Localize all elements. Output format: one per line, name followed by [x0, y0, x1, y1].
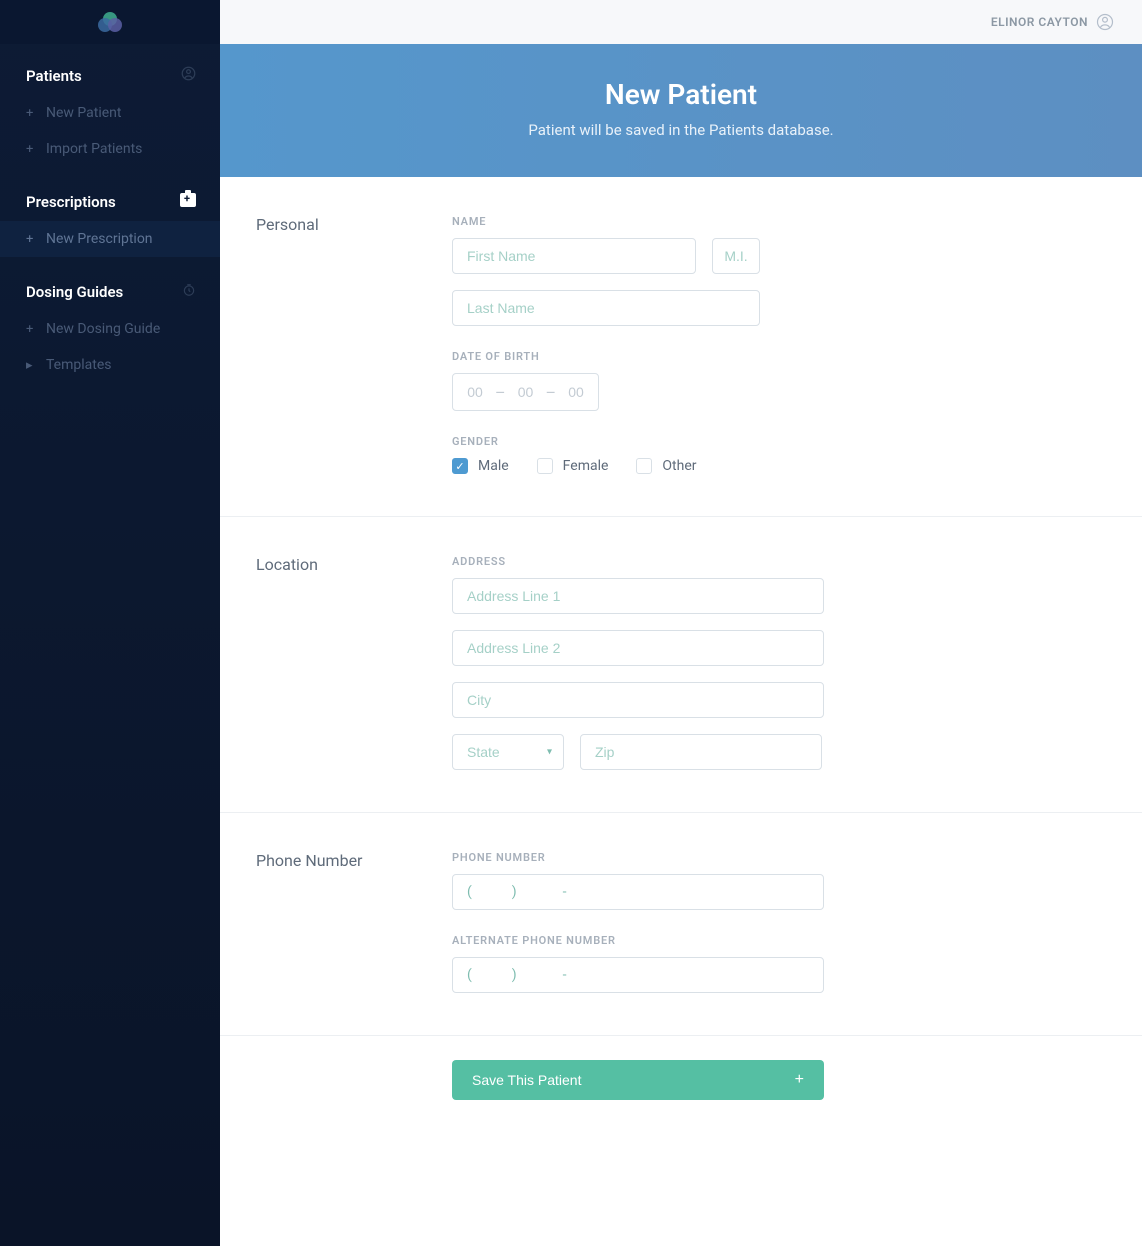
phone-input-group: ( ) - — [452, 874, 824, 910]
middle-initial-input[interactable] — [712, 238, 760, 274]
topbar: ELINOR CAYTON — [220, 0, 1142, 44]
state-select[interactable] — [452, 734, 564, 770]
plus-icon: + — [26, 142, 40, 157]
sidebar-item-label: New Prescription — [46, 231, 153, 247]
sidebar-item-label: New Dosing Guide — [46, 321, 160, 337]
submit-row: Save This Patient + — [220, 1035, 1142, 1160]
gender-checkbox-male[interactable]: ✓ Male — [452, 458, 509, 474]
sidebar-item-label: New Patient — [46, 105, 122, 121]
dash-icon: – — [546, 383, 557, 402]
nav-heading-label: Dosing Guides — [26, 283, 123, 301]
form-content: Personal NAME DATE OF BIRTH — [220, 177, 1142, 1246]
sidebar-item-new-dosing-guide[interactable]: + New Dosing Guide — [0, 311, 220, 347]
user-circle-icon — [181, 66, 196, 85]
section-title: Personal — [256, 215, 452, 474]
address-line-1-input[interactable] — [452, 578, 824, 614]
dash-icon: - — [563, 967, 567, 983]
dob-year-input[interactable] — [564, 384, 588, 400]
sidebar: Patients + New Patient + Import Patients… — [0, 0, 220, 1246]
last-name-input[interactable] — [452, 290, 760, 326]
address-line-2-input[interactable] — [452, 630, 824, 666]
zip-input[interactable] — [580, 734, 822, 770]
field-label-name: NAME — [452, 215, 1106, 228]
alt-phone-prefix-input[interactable] — [517, 967, 557, 983]
field-label-phone: PHONE NUMBER — [452, 851, 1106, 864]
sidebar-item-templates[interactable]: ▸ Templates — [0, 347, 220, 383]
nav-section-patients: Patients + New Patient + Import Patients — [0, 44, 220, 171]
section-title: Phone Number — [256, 851, 452, 993]
dob-input-group: – – — [452, 373, 599, 411]
app-logo-icon — [98, 12, 122, 32]
phone-area-input[interactable] — [472, 884, 512, 900]
dob-day-input[interactable] — [514, 384, 538, 400]
sidebar-item-import-patients[interactable]: + Import Patients — [0, 131, 220, 167]
section-personal: Personal NAME DATE OF BIRTH — [220, 177, 1142, 516]
alt-phone-input-group: ( ) - — [452, 957, 824, 993]
main: ELINOR CAYTON New Patient Patient will b… — [220, 0, 1142, 1246]
section-title: Location — [256, 555, 452, 770]
section-location: Location ADDRESS — [220, 516, 1142, 812]
gender-checkbox-female[interactable]: Female — [537, 458, 609, 474]
sidebar-item-new-patient[interactable]: + New Patient — [0, 95, 220, 131]
phone-prefix-input[interactable] — [517, 884, 557, 900]
page-subtitle: Patient will be saved in the Patients da… — [240, 121, 1122, 139]
alt-phone-line-input[interactable] — [573, 967, 613, 983]
section-phone: Phone Number PHONE NUMBER ( ) - ALTERNAT… — [220, 812, 1142, 1035]
field-label-dob: DATE OF BIRTH — [452, 350, 1106, 363]
sidebar-item-label: Templates — [46, 357, 112, 373]
plus-icon: + — [26, 106, 40, 121]
medkit-icon — [180, 193, 196, 211]
field-label-gender: GENDER — [452, 435, 1106, 448]
checkbox-label: Female — [563, 458, 609, 474]
plus-icon: + — [26, 232, 40, 247]
nav-heading-patients[interactable]: Patients — [0, 54, 220, 95]
plus-icon: + — [26, 322, 40, 337]
dash-icon: – — [495, 383, 506, 402]
plus-icon: + — [795, 1071, 804, 1089]
phone-line-input[interactable] — [573, 884, 613, 900]
checkbox-label: Other — [662, 458, 696, 474]
dob-month-input[interactable] — [463, 384, 487, 400]
button-label: Save This Patient — [472, 1072, 581, 1088]
page-title: New Patient — [240, 78, 1122, 111]
nav-section-dosing-guides: Dosing Guides + New Dosing Guide ▸ Templ… — [0, 261, 220, 387]
nav-heading-dosing-guides[interactable]: Dosing Guides — [0, 271, 220, 311]
user-avatar-icon[interactable] — [1096, 13, 1114, 31]
nav-heading-label: Patients — [26, 67, 82, 85]
sidebar-item-label: Import Patients — [46, 141, 142, 157]
nav-heading-prescriptions[interactable]: Prescriptions — [0, 181, 220, 221]
current-user-name: ELINOR CAYTON — [991, 15, 1088, 29]
checkbox-icon — [537, 458, 553, 474]
save-patient-button[interactable]: Save This Patient + — [452, 1060, 824, 1100]
first-name-input[interactable] — [452, 238, 696, 274]
clock-icon — [182, 283, 196, 301]
dash-icon: - — [563, 884, 567, 900]
checkbox-icon — [636, 458, 652, 474]
nav-heading-label: Prescriptions — [26, 193, 116, 211]
gender-checkbox-other[interactable]: Other — [636, 458, 696, 474]
sidebar-item-new-prescription[interactable]: + New Prescription — [0, 221, 220, 257]
checkbox-label: Male — [478, 458, 509, 474]
alt-phone-area-input[interactable] — [472, 967, 512, 983]
city-input[interactable] — [452, 682, 824, 718]
nav-section-prescriptions: Prescriptions + New Prescription — [0, 171, 220, 261]
field-label-address: ADDRESS — [452, 555, 1106, 568]
field-label-alt-phone: ALTERNATE PHONE NUMBER — [452, 934, 1106, 947]
sidebar-logo — [0, 0, 220, 44]
page-hero: New Patient Patient will be saved in the… — [220, 44, 1142, 177]
chevron-right-icon: ▸ — [26, 358, 40, 373]
checkbox-icon: ✓ — [452, 458, 468, 474]
